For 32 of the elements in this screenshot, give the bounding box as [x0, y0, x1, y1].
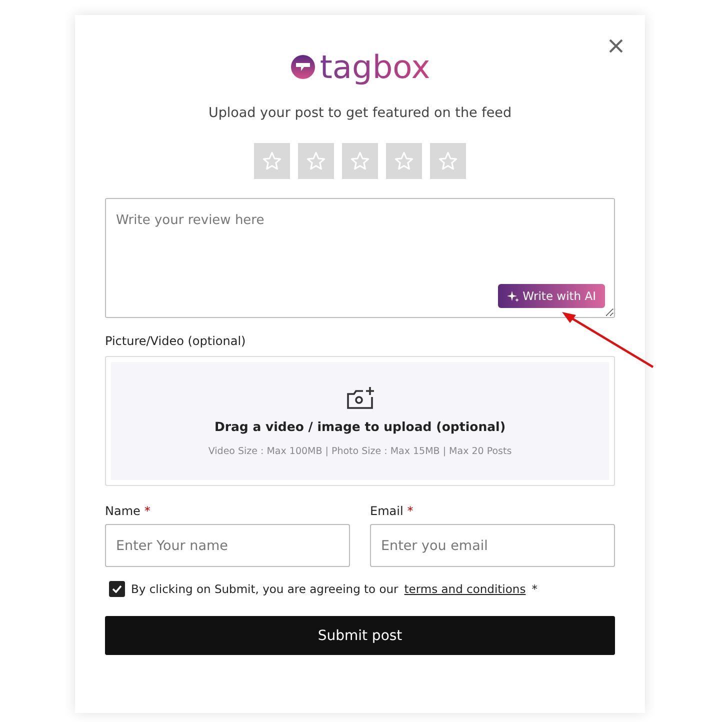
camera-add-icon: [345, 385, 375, 411]
upload-limits: Video Size : Max 100MB | Photo Size : Max 15MB | Max 20 Posts: [208, 446, 512, 457]
star-button[interactable]: [430, 143, 466, 179]
check-icon: [112, 585, 122, 593]
star-icon: [306, 151, 326, 171]
star-button[interactable]: [342, 143, 378, 179]
star-button[interactable]: [386, 143, 422, 179]
media-label: Picture/Video (optional): [105, 334, 247, 348]
review-field[interactable]: Write your review here Write with AI: [105, 198, 615, 318]
terms-link[interactable]: terms and conditions: [404, 582, 526, 596]
required-mark: *: [532, 582, 538, 596]
field-label: Email: [370, 504, 404, 518]
subtitle: Upload your post to get featured on the feed: [207, 105, 513, 121]
consent-checkbox[interactable]: [109, 581, 125, 597]
required-mark: *: [407, 504, 414, 518]
upload-dropzone[interactable]: Drag a video / image to upload (optional) Video Size : Max 100MB | Photo Size : Max 15MB | Max 20 Posts: [105, 356, 615, 486]
logo-icon: [290, 54, 316, 80]
star-icon: [438, 151, 458, 171]
upload-title: Drag a video / image to upload (optional): [214, 419, 506, 434]
text-field[interactable]: Enter you email: [370, 524, 615, 567]
star-button[interactable]: [254, 143, 290, 179]
text-field[interactable]: Enter Your name: [105, 524, 350, 567]
write-with-ai-button[interactable]: Write with AI: [498, 284, 605, 308]
submit-button[interactable]: Submit post: [105, 616, 615, 655]
star-icon: [350, 151, 370, 171]
required-mark: *: [144, 504, 150, 518]
consent-text: By clicking on Submit, you are agreeing to our: [131, 582, 398, 596]
sparkle-icon: [506, 290, 519, 302]
star-icon: [262, 151, 282, 171]
star-icon: [394, 151, 414, 171]
field-label: Name: [105, 504, 140, 518]
star-button[interactable]: [298, 143, 334, 179]
